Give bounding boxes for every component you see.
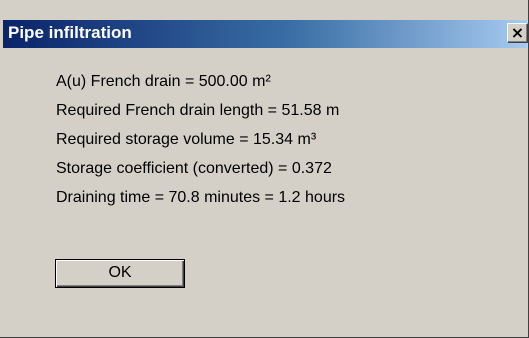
title-bar[interactable]: Pipe infiltration ×	[3, 20, 528, 48]
draining-time-text: Draining time = 70.8 minutes = 1.2 hours	[56, 189, 346, 206]
close-button[interactable]: ×	[507, 23, 528, 43]
dialog-window: Pipe infiltration × A(u) French drain = …	[0, 0, 529, 338]
dialog-content: A(u) French drain = 500.00 m² Required F…	[0, 48, 527, 336]
french-drain-length-text: Required French drain length = 51.58 m	[56, 102, 340, 119]
dialog-title: Pipe infiltration	[8, 23, 132, 42]
storage-coefficient-text: Storage coefficient (converted) = 0.372	[56, 160, 332, 177]
french-drain-area-text: A(u) French drain = 500.00 m²	[56, 73, 271, 90]
storage-volume-text: Required storage volume = 15.34 m³	[56, 131, 317, 148]
ok-button[interactable]: OK	[55, 259, 185, 288]
close-icon: ×	[510, 23, 525, 42]
